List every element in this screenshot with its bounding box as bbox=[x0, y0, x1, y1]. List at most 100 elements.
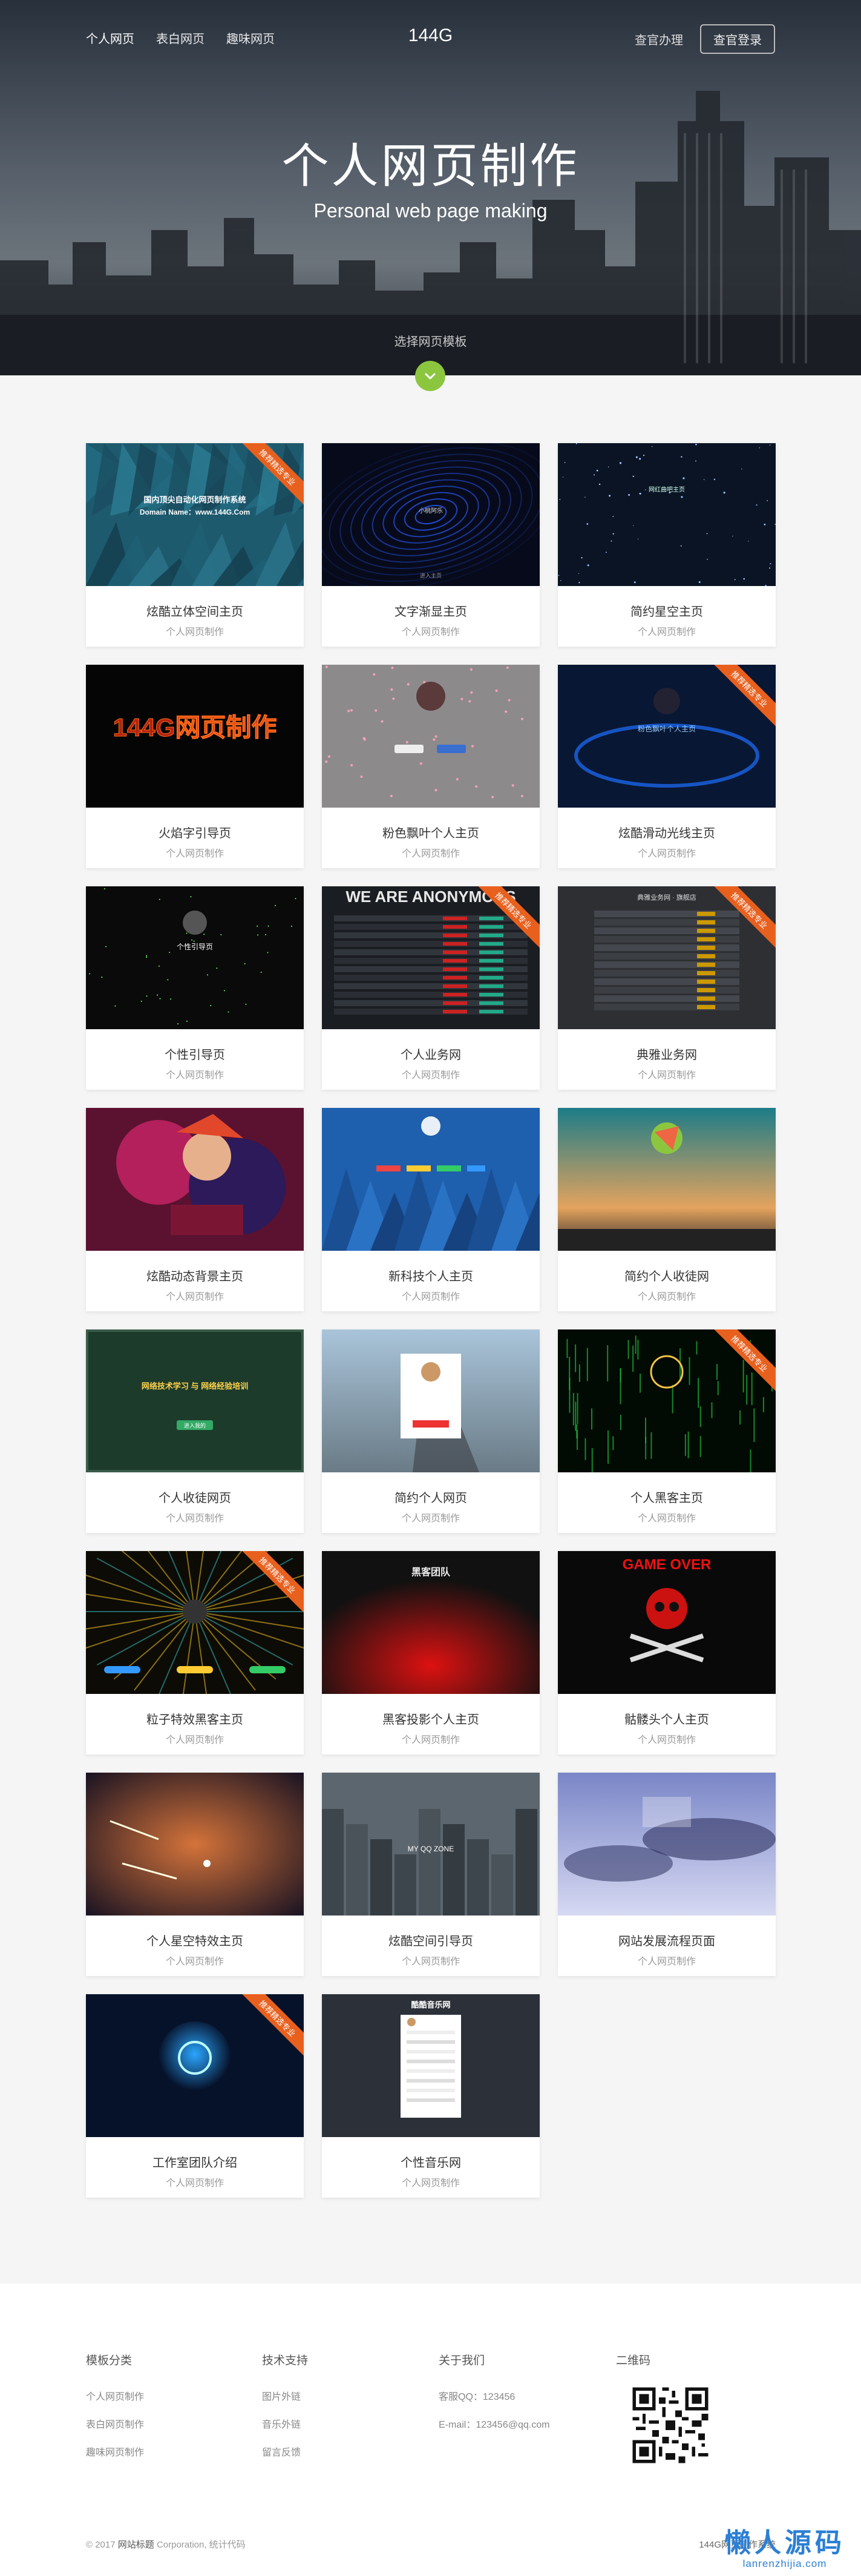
card-category: 个人网页制作 bbox=[165, 849, 224, 859]
top-nav: 个人网页 表白网页 趣味网页 144G 查官办理 查官登录 bbox=[0, 0, 861, 75]
template-card[interactable]: WE ARE ANONYMOUS 推荐精选专业 个人业务网 个人网页制作 bbox=[322, 886, 540, 1090]
card-thumbnail[interactable]: 黑客团队 bbox=[322, 1551, 540, 1694]
thumbnail-image: MY QQ ZONE bbox=[322, 1773, 540, 1916]
card-thumbnail[interactable]: 个性引导页 bbox=[86, 886, 304, 1029]
card-thumbnail[interactable]: 酷酷音乐网 bbox=[322, 1994, 540, 2137]
card-title[interactable]: 粒子特效黑客主页 bbox=[86, 1710, 304, 1727]
card-title[interactable]: 黑客投影个人主页 bbox=[322, 1710, 540, 1727]
card-title[interactable]: 个性音乐网 bbox=[322, 2153, 540, 2170]
card-thumbnail[interactable]: 144G网页制作 bbox=[86, 665, 304, 808]
card-thumbnail[interactable] bbox=[86, 1108, 304, 1251]
card-title[interactable]: 骷髅头个人主页 bbox=[558, 1710, 776, 1727]
card-title[interactable]: 炫酷立体空间主页 bbox=[86, 602, 304, 619]
footer-link[interactable]: 留言反馈 bbox=[262, 2444, 308, 2459]
card-thumbnail[interactable] bbox=[558, 1108, 776, 1251]
thumbnail-image bbox=[322, 1329, 540, 1472]
card-title[interactable]: 典雅业务网 bbox=[558, 1045, 776, 1062]
footer-col-title: 二维码 bbox=[616, 2354, 651, 2367]
footer-col-title: 模板分类 bbox=[86, 2354, 133, 2367]
thumbnail-image: 个性引导页 bbox=[86, 886, 304, 1029]
card-category: 个人网页制作 bbox=[401, 1957, 460, 1967]
thumbnail-image: 酷酷音乐网 bbox=[322, 1994, 540, 2137]
footer-link[interactable]: 趣味网页制作 bbox=[86, 2444, 144, 2459]
card-thumbnail[interactable]: 网络技术学习 与 网络经验培训 进入我的 bbox=[86, 1329, 304, 1472]
template-card[interactable]: 粉色飘叶个人主页 个人网页制作 bbox=[322, 665, 540, 868]
card-thumbnail[interactable]: MY QQ ZONE bbox=[322, 1773, 540, 1916]
template-card[interactable]: 推荐精选专业 工作室团队介绍 个人网页制作 bbox=[86, 1994, 304, 2198]
card-title[interactable]: 个人星空特效主页 bbox=[86, 1931, 304, 1949]
card-title[interactable]: 文字渐显主页 bbox=[322, 602, 540, 619]
nav-link-right[interactable]: 查官办理 bbox=[635, 30, 683, 48]
template-card[interactable]: 黑客团队黑客投影个人主页个人网页制作 bbox=[322, 1551, 540, 1754]
footer-link[interactable]: 个人网页制作 bbox=[86, 2388, 144, 2403]
hero-banner: 个人网页 表白网页 趣味网页 144G 查官办理 查官登录 个人网页制作 Per… bbox=[0, 0, 861, 375]
template-card[interactable]: 典雅业务网 · 旗舰店 推荐精选专业 典雅业务网 个人网页制作 bbox=[558, 886, 776, 1090]
copyright-text: Corporation, 统计代码 bbox=[156, 2540, 246, 2550]
card-title[interactable]: 简约星空主页 bbox=[558, 602, 776, 619]
template-card[interactable]: 网红曲吧主页 简约星空主页 个人网页制作 bbox=[558, 443, 776, 647]
copyright-site-name[interactable]: 网站标题 bbox=[118, 2540, 154, 2550]
card-category: 个人网页制作 bbox=[637, 1070, 696, 1081]
template-card[interactable]: 粉色飘叶个人主页 推荐精选专业 炫酷滑动光线主页 个人网页制作 bbox=[558, 665, 776, 868]
watermark-logo: 懒人源码 lanrenzhijia.com bbox=[724, 2529, 845, 2570]
thumbnail-image bbox=[322, 1108, 540, 1251]
template-card[interactable]: MY QQ ZONE 炫酷空间引导页个人网页制作 bbox=[322, 1773, 540, 1976]
card-title[interactable]: 简约个人网页 bbox=[322, 1488, 540, 1506]
template-card[interactable]: 新科技个人主页 个人网页制作 bbox=[322, 1108, 540, 1311]
card-title[interactable]: 个性引导页 bbox=[86, 1045, 304, 1062]
scroll-down-button[interactable] bbox=[415, 361, 445, 391]
template-card[interactable]: 个人星空特效主页 个人网页制作 bbox=[86, 1773, 304, 1976]
footer-col-qrcode: 二维码 bbox=[616, 2351, 650, 2388]
footer-col-about: 关于我们 客服QQ：123456 E-mail：123456@qq.com bbox=[439, 2351, 549, 2444]
template-card[interactable]: 网络技术学习 与 网络经验培训 进入我的 个人收徒网页 个人网页制作 bbox=[86, 1329, 304, 1533]
card-title[interactable]: 工作室团队介绍 bbox=[86, 2153, 304, 2170]
card-title[interactable]: 火焰字引导页 bbox=[86, 823, 304, 841]
card-thumbnail[interactable] bbox=[322, 665, 540, 808]
thumb-text: 144G网页制作 bbox=[113, 713, 277, 742]
watermark-title: 懒人源码 bbox=[724, 2528, 845, 2558]
footer-link[interactable]: 表白网页制作 bbox=[86, 2416, 144, 2431]
card-thumbnail[interactable] bbox=[558, 1773, 776, 1916]
card-title[interactable]: 炫酷空间引导页 bbox=[322, 1931, 540, 1949]
template-card[interactable]: 国内顶尖自动化网页制作系统 Domain Name：www.144G.Com 推荐精… bbox=[86, 443, 304, 647]
template-card[interactable]: GAME OVER 骷髅头个人主页 个人网页制作 bbox=[558, 1551, 776, 1754]
footer-link[interactable]: 图片外链 bbox=[262, 2388, 308, 2403]
card-title[interactable]: 个人黑客主页 bbox=[558, 1488, 776, 1506]
card-title[interactable]: 炫酷动态背景主页 bbox=[86, 1267, 304, 1284]
template-card[interactable]: 简约个人网页 个人网页制作 bbox=[322, 1329, 540, 1533]
template-card[interactable]: 推荐精选专业 个人黑客主页 个人网页制作 bbox=[558, 1329, 776, 1533]
template-card[interactable]: 个性引导页 个性引导页 个人网页制作 bbox=[86, 886, 304, 1090]
copyright-year: © 2017 bbox=[86, 2540, 116, 2550]
card-category: 个人网页制作 bbox=[637, 1292, 696, 1302]
footer-col-title: 关于我们 bbox=[439, 2354, 485, 2367]
card-category: 个人网页制作 bbox=[401, 1735, 460, 1745]
template-card[interactable]: 小桃阿乐 进入主页 文字渐显主页 个人网页制作 bbox=[322, 443, 540, 647]
thumbnail-image: 小桃阿乐进入主页 bbox=[322, 443, 540, 586]
card-thumbnail[interactable]: 小桃阿乐 进入主页 bbox=[322, 443, 540, 586]
watermark-url: lanrenzhijia.com bbox=[742, 2558, 827, 2569]
chevron-down-icon bbox=[425, 373, 436, 380]
card-thumbnail[interactable]: 网红曲吧主页 bbox=[558, 443, 776, 586]
template-card[interactable]: 简约个人收徒网个人网页制作 bbox=[558, 1108, 776, 1311]
card-thumbnail[interactable]: GAME OVER bbox=[558, 1551, 776, 1694]
card-thumbnail[interactable] bbox=[322, 1329, 540, 1472]
template-card[interactable]: 酷酷音乐网 个性音乐网 个人网页制作 bbox=[322, 1994, 540, 2198]
card-title[interactable]: 炫酷滑动光线主页 bbox=[558, 823, 776, 841]
thumb-text: 网络技术学习 与 网络经验培训 bbox=[142, 1382, 248, 1391]
login-button[interactable]: 查官登录 bbox=[700, 24, 775, 54]
card-category: 个人网页制作 bbox=[165, 2178, 224, 2189]
footer-link[interactable]: 音乐外链 bbox=[262, 2416, 308, 2431]
card-title[interactable]: 粉色飘叶个人主页 bbox=[322, 823, 540, 841]
template-card[interactable]: 144G网页制作火焰字引导页个人网页制作 bbox=[86, 665, 304, 868]
card-title[interactable]: 简约个人收徒网 bbox=[558, 1267, 776, 1284]
template-card[interactable]: 炫酷动态背景主页 个人网页制作 bbox=[86, 1108, 304, 1311]
thumb-text: 进入我的 bbox=[184, 1422, 206, 1429]
card-thumbnail[interactable] bbox=[322, 1108, 540, 1251]
card-title[interactable]: 新科技个人主页 bbox=[322, 1267, 540, 1284]
template-card[interactable]: 推荐精选专业 粒子特效黑客主页 个人网页制作 bbox=[86, 1551, 304, 1754]
template-card[interactable]: 网站发展流程页面 个人网页制作 bbox=[558, 1773, 776, 1976]
card-title[interactable]: 个人收徒网页 bbox=[86, 1488, 304, 1506]
card-thumbnail[interactable] bbox=[86, 1773, 304, 1916]
card-title[interactable]: 个人业务网 bbox=[322, 1045, 540, 1062]
card-title[interactable]: 网站发展流程页面 bbox=[558, 1931, 776, 1949]
